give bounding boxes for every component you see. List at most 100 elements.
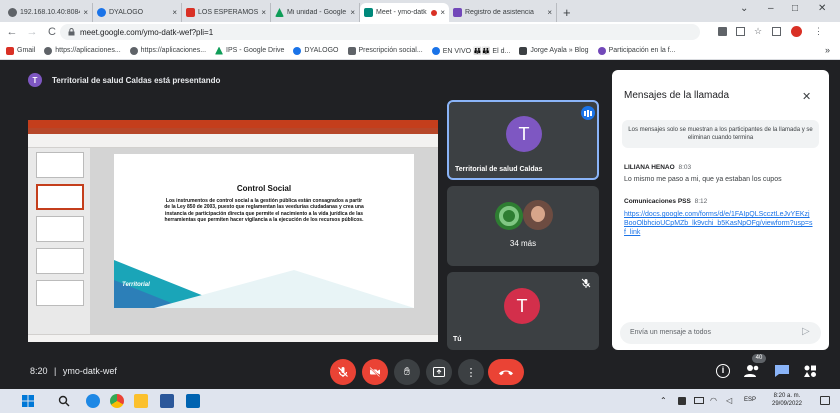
leave-call-button[interactable] [488,359,524,385]
mic-toggle-button[interactable] [330,359,356,385]
side-panel-icon[interactable] [772,27,781,36]
participant-tile-presenter[interactable]: T Territorial de salud Caldas [447,100,599,180]
tab-close-icon[interactable]: × [261,8,266,17]
bookmark-label: EN VIVO 👪👪 El d... [442,47,511,55]
shared-screen[interactable]: Control Social Los instrumentos de contr… [28,120,438,342]
present-button[interactable] [426,359,452,385]
chat-button[interactable] [774,364,790,383]
more-bookmarks-button[interactable]: » [825,45,830,55]
search-icon[interactable] [58,395,70,407]
notifications-icon[interactable] [820,396,830,405]
self-tile[interactable]: T Tú [447,272,599,350]
clock[interactable]: 8:20 a. m. 29/09/2022 [764,392,810,408]
bookmark-aplicaciones-2[interactable]: https://aplicaciones... [129,46,206,55]
bookmark-label: https://aplicaciones... [55,47,121,54]
url-field[interactable]: meet.google.com/ymo-datk-wef?pli=1 [60,24,700,40]
tray-chevron-icon[interactable]: ⌃ [660,396,667,405]
tab-close-icon[interactable]: × [350,8,355,17]
meeting-time: 8:20 [30,366,48,376]
profile-avatar[interactable] [791,26,802,37]
globe-icon [129,46,138,55]
bookmark-label: IPS - Google Drive [226,47,285,54]
back-button[interactable]: ← [4,26,20,38]
chat-notice: Los mensajes solo se muestran a los part… [622,120,819,148]
more-options-button[interactable]: ⋮ [458,359,484,385]
wifi-icon[interactable]: ◠ [710,396,717,405]
browser-menu-icon[interactable]: ⋮ [814,27,823,36]
tab-favicon-icon [97,8,106,17]
slide: Control Social Los instrumentos de contr… [114,154,414,308]
chrome-icon[interactable] [110,394,124,408]
meeting-details-icon[interactable]: i [716,364,730,378]
browser-tab-active[interactable]: Meet - ymo-datk × [360,3,449,22]
bookmark-aplicaciones-1[interactable]: https://aplicaciones... [44,46,121,55]
windows-start-icon[interactable] [22,395,34,407]
slide-thumbnail[interactable] [36,216,84,242]
tab-close-icon[interactable]: × [83,8,88,17]
chat-panel: Mensajes de la llamada ✕ Los mensajes so… [612,70,829,350]
bookmark-participacion[interactable]: Participación en la f... [597,46,676,55]
slide-thumbnail[interactable] [36,152,84,178]
participant-avatar: T [506,116,542,152]
forward-button[interactable]: → [24,26,40,38]
tab-title: DYALOGO [109,9,144,16]
slide-thumbnail[interactable] [36,280,84,306]
slide-thumbnail-selected[interactable] [36,184,84,210]
word-icon[interactable] [160,394,174,408]
facebook-icon [431,46,440,55]
tab-close-icon[interactable]: × [440,8,445,17]
people-button[interactable] [744,364,760,383]
ppt-ribbon [28,134,438,148]
bookmark-star-icon[interactable]: ☆ [754,27,763,36]
reload-button[interactable]: C [44,26,60,38]
chat-input[interactable]: Envía un mensaje a todos ▷ [620,322,821,344]
close-chat-button[interactable]: ✕ [802,90,811,103]
new-tab-button[interactable]: + [563,3,571,22]
message-link[interactable]: https://docs.google.com/forms/d/e/1FAIpQ… [624,210,814,237]
message-time: 8:03 [678,164,692,171]
network-icon[interactable] [678,397,686,405]
close-window-button[interactable]: ✕ [818,3,826,14]
bookmark-dyalogo[interactable]: DYALOGO [293,46,339,55]
maximize-button[interactable]: □ [792,3,798,14]
browser-tab[interactable]: DYALOGO × [93,3,182,22]
slide-title: Control Social [236,184,292,193]
slide-canvas: Control Social Los instrumentos de contr… [90,148,438,334]
camera-indicator-icon[interactable] [718,27,727,36]
store-icon[interactable] [186,394,200,408]
send-icon[interactable]: ▷ [802,326,810,337]
bookmark-prescripcion[interactable]: Prescripción social... [347,46,423,55]
battery-icon[interactable] [694,397,704,404]
present-screen-icon [433,367,445,377]
browser-tab[interactable]: Mi unidad - Google D × [271,3,360,22]
camera-toggle-button[interactable] [362,359,388,385]
activities-button[interactable] [803,364,817,383]
browser-tab[interactable]: 192.168.10.40:8084/ × [4,3,93,22]
slide-thumbnail[interactable] [36,248,84,274]
tab-close-icon[interactable]: × [547,8,552,17]
bookmark-gmail[interactable]: Gmail [6,46,35,55]
bookmark-drive[interactable]: IPS - Google Drive [215,46,285,55]
meeting-code: ymo-datk-wef [62,366,117,376]
browser-tab[interactable]: Registro de asistencia × [449,3,557,22]
others-tile[interactable]: 34 más [447,186,599,266]
bookmark-en-vivo[interactable]: EN VIVO 👪👪 El d... [431,46,511,55]
bookmark-jorge-ayala[interactable]: Jorge Ayala » Blog [519,46,589,55]
globe-icon [44,46,53,55]
camera-off-icon [369,366,381,378]
ppt-status-bar [28,334,438,342]
language-indicator[interactable]: ESP [744,397,756,403]
browser-tab[interactable]: LOS ESPERAMOS. Cla × [182,3,271,22]
presenting-label: Territorial de salud Caldas está present… [52,75,221,85]
file-explorer-icon[interactable] [134,394,148,408]
chat-message: Comunicaciones PSS 8:12 [624,198,707,205]
minimize-button[interactable]: – [768,3,774,14]
volume-icon[interactable]: ◁ [726,396,732,405]
share-icon[interactable] [736,27,745,36]
edge-browser-icon[interactable] [86,394,100,408]
raise-hand-button[interactable]: ✋︎ [394,359,420,385]
slide-logo: Territorial [122,282,150,288]
tab-close-icon[interactable]: × [172,8,177,17]
tab-search-icon[interactable]: ⌄ [740,3,748,14]
slide-thumbnails [28,148,90,334]
